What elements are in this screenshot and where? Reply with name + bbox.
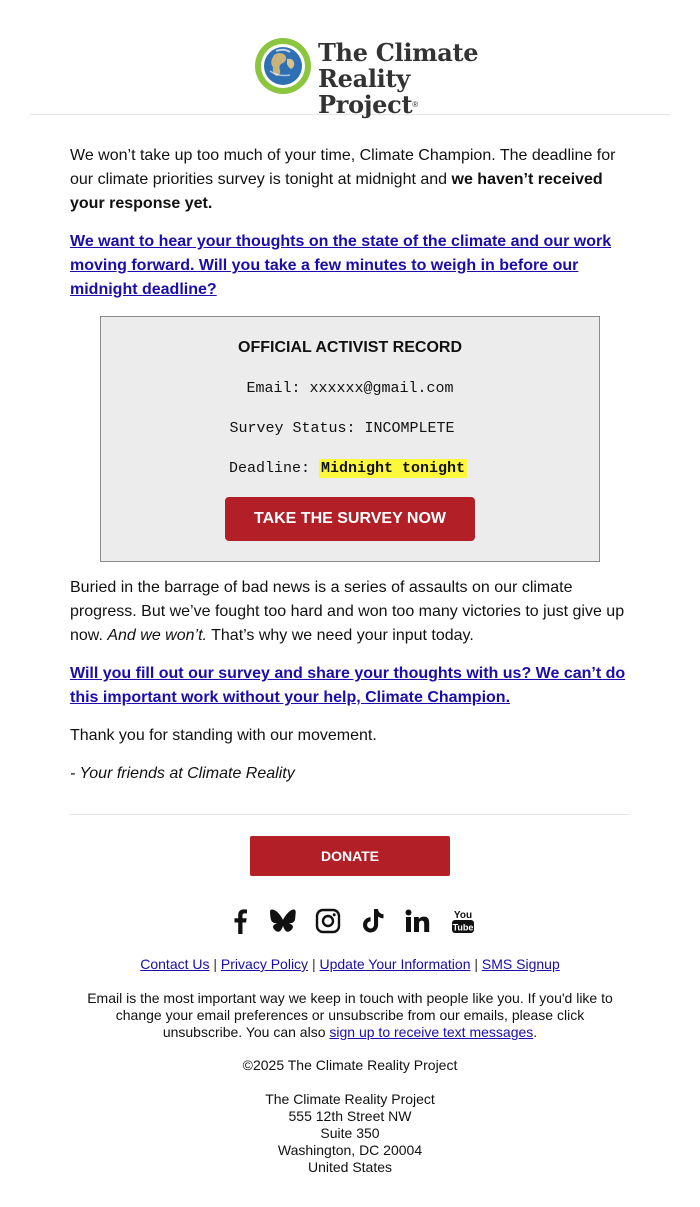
- activist-record-box: OFFICIAL ACTIVIST RECORD Email: xxxxxx@g…: [100, 316, 600, 562]
- status-value: INCOMPLETE: [364, 420, 455, 437]
- thanks-paragraph: Thank you for standing with our movement…: [70, 727, 377, 744]
- update-information-link[interactable]: Update Your Information: [319, 956, 470, 972]
- facebook-icon[interactable]: [225, 905, 255, 937]
- social-icons: You Tube: [225, 905, 475, 939]
- email-label: Email:: [246, 380, 310, 397]
- record-status-row: Survey Status: INCOMPLETE: [93, 420, 591, 437]
- globe-logo-icon: [255, 38, 311, 94]
- registered-mark: ®: [412, 100, 418, 109]
- link-separator: |: [213, 956, 218, 972]
- text-signup-link[interactable]: sign up to receive text messages: [329, 1024, 533, 1040]
- bluesky-icon[interactable]: [268, 905, 298, 937]
- address-line: 555 12th Street NW: [288, 1108, 412, 1124]
- donate-button[interactable]: DONATE: [250, 836, 450, 876]
- take-survey-button[interactable]: TAKE THE SURVEY NOW: [225, 497, 475, 541]
- deadline-value: Midnight tonight: [318, 459, 468, 478]
- svg-text:Tube: Tube: [453, 923, 474, 933]
- link-separator: |: [311, 956, 316, 972]
- logo-line-2: Reality Project®: [318, 64, 418, 119]
- survey-link-2[interactable]: Will you fill out our survey and share y…: [70, 662, 630, 710]
- mailing-address: The Climate Reality Project 555 12th Str…: [0, 1091, 700, 1176]
- email-header: The Climate Reality Project®: [30, 0, 670, 118]
- sms-signup-link[interactable]: SMS Signup: [482, 956, 560, 972]
- footer-note-end: .: [533, 1024, 538, 1040]
- record-title: OFFICIAL ACTIVIST RECORD: [238, 339, 462, 356]
- email-value: xxxxxx@gmail.com: [309, 380, 454, 397]
- body-text-2-end: That’s why we need your input today.: [206, 627, 474, 644]
- deadline-label: Deadline:: [228, 460, 319, 477]
- logo-line-1: The Climate: [318, 38, 479, 67]
- footer-note: Email is the most important way we keep …: [80, 990, 620, 1041]
- address-line: United States: [307, 1159, 393, 1175]
- address-line: The Climate Reality Project: [265, 1091, 435, 1107]
- contact-us-link[interactable]: Contact Us: [140, 956, 209, 972]
- survey-link-1[interactable]: We want to hear your thoughts on the sta…: [70, 230, 630, 302]
- footer-divider: [70, 814, 630, 815]
- address-line: Washington, DC 20004: [277, 1142, 423, 1158]
- body-paragraph-2: Buried in the barrage of bad news is a s…: [70, 576, 630, 648]
- youtube-icon[interactable]: You Tube: [448, 905, 478, 937]
- footer-links: Contact Us | Privacy Policy | Update You…: [0, 956, 700, 972]
- status-label: Survey Status:: [229, 420, 365, 437]
- privacy-policy-link[interactable]: Privacy Policy: [221, 956, 308, 972]
- climate-reality-logo[interactable]: The Climate Reality Project®: [254, 37, 514, 118]
- record-deadline-row: Deadline: Midnight tonight: [99, 459, 597, 478]
- svg-text:You: You: [454, 910, 472, 921]
- copyright: ©2025 The Climate Reality Project: [242, 1057, 458, 1073]
- record-email-row: Email: xxxxxx@gmail.com: [101, 380, 599, 397]
- instagram-icon[interactable]: [313, 905, 343, 937]
- body-italic-text: And we won’t.: [107, 627, 207, 644]
- link-separator: |: [474, 956, 479, 972]
- signoff: - Your friends at Climate Reality: [70, 765, 295, 782]
- intro-paragraph: We won’t take up too much of your time, …: [70, 144, 630, 216]
- logo-wordmark: The Climate Reality Project®: [318, 40, 514, 118]
- linkedin-icon[interactable]: [403, 905, 433, 937]
- address-line: Suite 350: [320, 1125, 380, 1141]
- tiktok-icon[interactable]: [358, 905, 388, 937]
